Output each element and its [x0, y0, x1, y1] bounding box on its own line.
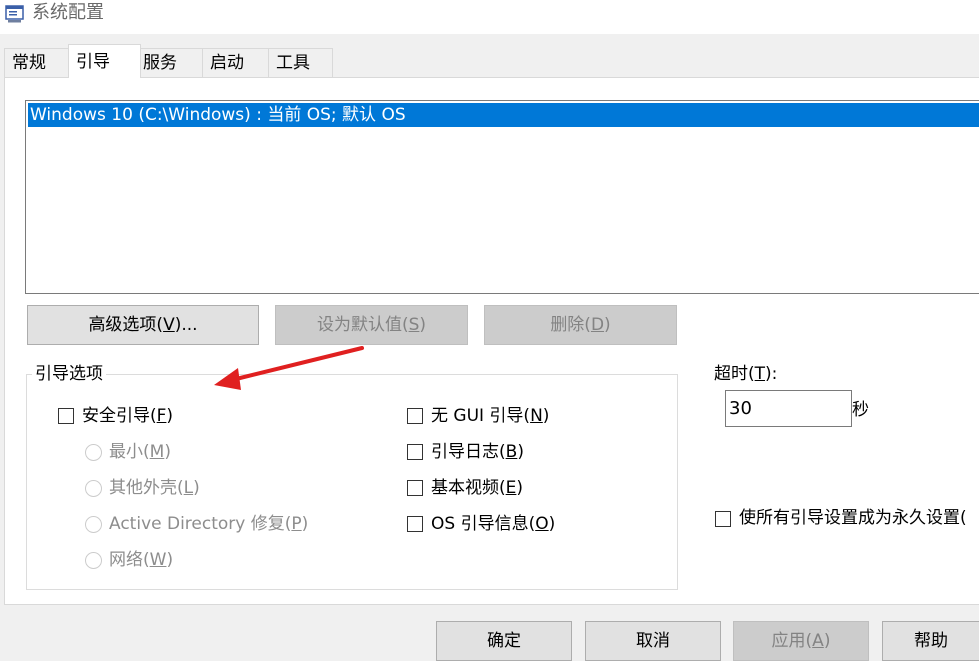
- tab-label: 引导: [76, 52, 110, 72]
- os-boot-info-checkbox[interactable]: [407, 516, 423, 532]
- seconds-unit: 秒: [852, 400, 869, 420]
- advanced-options-button[interactable]: 高级选项(V)...: [27, 305, 259, 345]
- apply-button[interactable]: 应用(A): [733, 621, 869, 661]
- title-bar: 系统配置: [0, 0, 979, 34]
- safe-boot-checkbox[interactable]: [58, 408, 74, 424]
- cancel-button[interactable]: 取消: [585, 621, 721, 661]
- ad-repair-label: Active Directory 修复(P): [109, 514, 309, 534]
- network-radio[interactable]: [85, 552, 102, 569]
- network-label: 网络(W): [109, 550, 174, 570]
- alternate-shell-label: 其他外壳(L): [109, 478, 200, 498]
- timeout-input[interactable]: [725, 390, 852, 427]
- safe-boot-label: 安全引导(F): [82, 406, 174, 426]
- ad-repair-radio[interactable]: [85, 516, 102, 533]
- make-permanent-label: 使所有引导设置成为永久设置(: [739, 508, 967, 528]
- make-permanent-checkbox[interactable]: [715, 511, 731, 527]
- tab-startup[interactable]: 启动: [202, 48, 269, 77]
- minimal-label: 最小(M): [109, 442, 171, 462]
- tab-label: 启动: [210, 53, 244, 73]
- list-item[interactable]: Windows 10 (C:\Windows) : 当前 OS; 默认 OS: [28, 103, 979, 127]
- delete-button[interactable]: 删除(D): [484, 305, 677, 345]
- alternate-shell-radio[interactable]: [85, 480, 102, 497]
- window-title: 系统配置: [32, 2, 104, 23]
- tab-label: 工具: [276, 53, 310, 73]
- boot-entries-list[interactable]: Windows 10 (C:\Windows) : 当前 OS; 默认 OS: [25, 100, 979, 294]
- boot-log-checkbox[interactable]: [407, 444, 423, 460]
- tab-tools[interactable]: 工具: [268, 48, 333, 77]
- tab-services[interactable]: 服务: [135, 48, 203, 77]
- os-boot-info-label: OS 引导信息(O): [431, 514, 556, 534]
- set-default-button[interactable]: 设为默认值(S): [275, 305, 468, 345]
- msconfig-app-icon: [5, 5, 24, 23]
- tab-boot[interactable]: 引导: [68, 44, 141, 78]
- minimal-radio[interactable]: [85, 444, 102, 461]
- boot-options-title: 引导选项: [32, 363, 106, 385]
- tab-label: 常规: [12, 53, 46, 73]
- help-button[interactable]: 帮助: [882, 621, 979, 661]
- tab-general[interactable]: 常规: [4, 48, 70, 77]
- timeout-label: 超时(T):: [714, 364, 778, 384]
- tab-label: 服务: [143, 53, 177, 73]
- ok-button[interactable]: 确定: [436, 621, 572, 661]
- base-video-checkbox[interactable]: [407, 480, 423, 496]
- boot-log-label: 引导日志(B): [431, 442, 524, 462]
- no-gui-boot-checkbox[interactable]: [407, 408, 423, 424]
- base-video-label: 基本视频(E): [431, 478, 524, 498]
- no-gui-boot-label: 无 GUI 引导(N): [431, 406, 550, 426]
